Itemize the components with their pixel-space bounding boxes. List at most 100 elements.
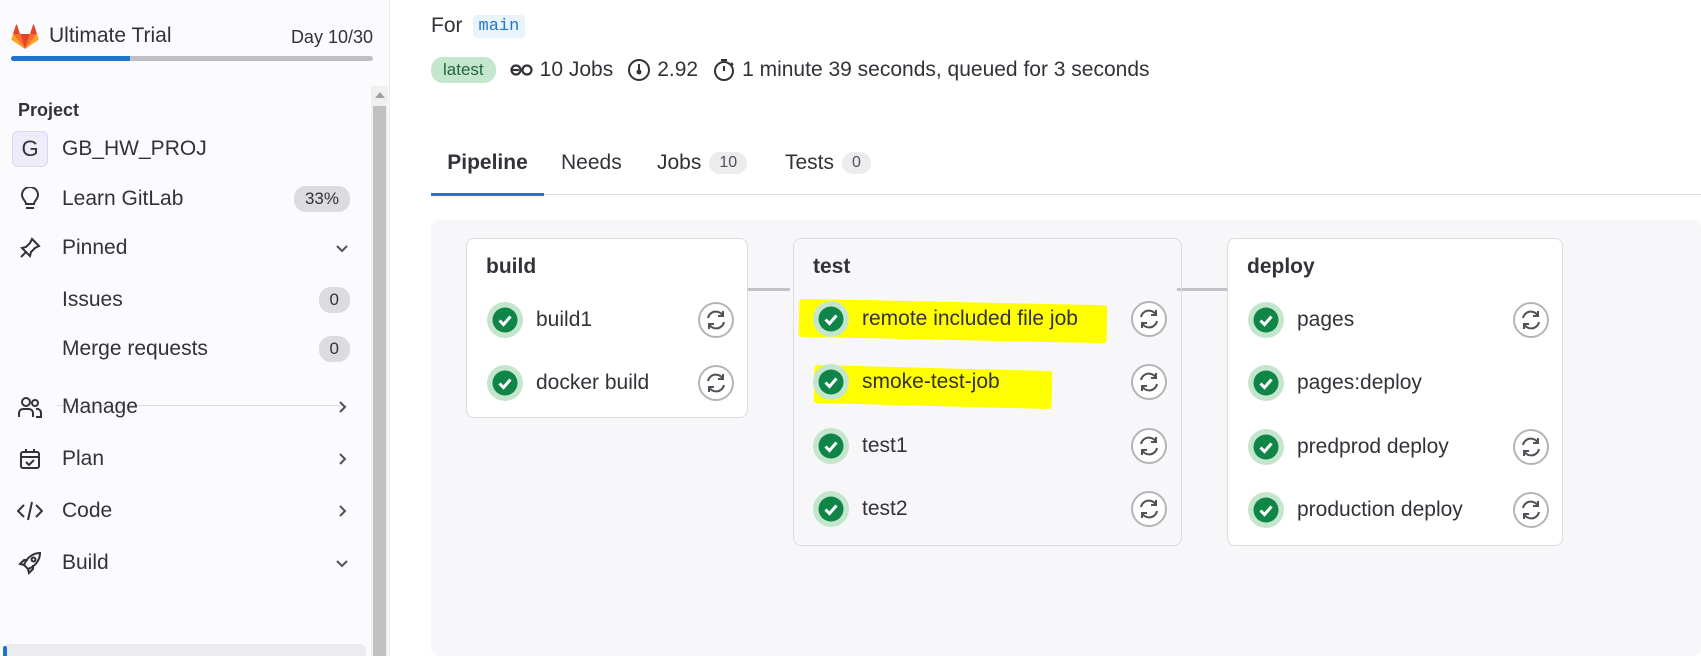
scroll-up-arrow-icon[interactable]	[375, 92, 385, 98]
job-pages-deploy[interactable]: pages:deploy	[1247, 363, 1422, 403]
pipeline-meta: latest 10 Jobs 2.92 1 minute 39 seconds,…	[431, 57, 1164, 83]
for-label: For	[431, 14, 463, 37]
learn-progress-badge: 33%	[293, 186, 350, 212]
main-content: For main latest 10 Jobs 2.92 1 minute 39…	[391, 0, 1701, 656]
pipeline-tabs: Pipeline Needs Jobs 10 Tests 0	[431, 130, 1701, 196]
retry-icon[interactable]	[697, 301, 735, 339]
pipeline-duration-text: 1 minute 39 seconds, queued for 3 second…	[742, 58, 1150, 81]
rocket-icon-wrap	[11, 544, 49, 582]
sidebar-item-label: Learn GitLab	[62, 187, 184, 210]
section-title-project: Project	[18, 100, 80, 120]
pipeline-graph: build build1 docker build test remote in…	[431, 220, 1701, 656]
sidebar: Ultimate Trial Day 10/30 Project G GB_HW…	[0, 0, 390, 656]
tab-jobs[interactable]: Jobs 10	[657, 130, 748, 195]
retry-icon[interactable]	[1512, 491, 1550, 529]
sidebar-item-pinned[interactable]: Pinned	[11, 225, 361, 271]
retry-icon[interactable]	[1130, 300, 1168, 338]
sidebar-active-item[interactable]	[3, 644, 366, 656]
sidebar-item-issues[interactable]: Issues 0	[11, 277, 361, 323]
tab-needs[interactable]: Needs	[561, 130, 622, 195]
calendar-icon	[20, 449, 40, 469]
lightbulb-icon	[20, 187, 40, 209]
scrollbar-thumb[interactable]	[373, 106, 386, 656]
stage-title: build	[486, 255, 537, 278]
tab-tests[interactable]: Tests 0	[785, 130, 871, 195]
pipeline-icon	[510, 64, 533, 76]
pipeline-duration: 1 minute 39 seconds, queued for 3 second…	[712, 58, 1150, 82]
chevron-right-icon	[339, 453, 347, 465]
thumbtack-icon	[20, 237, 41, 258]
status-success-icon	[1248, 492, 1284, 528]
sidebar-item-code[interactable]: Code	[11, 488, 361, 534]
sidebar-item-label: Build	[62, 551, 109, 574]
sidebar-item-plan[interactable]: Plan	[11, 436, 361, 482]
code-icon-wrap	[11, 492, 49, 530]
stage-build: build build1 docker build	[466, 238, 748, 418]
sidebar-item-build[interactable]: Build	[11, 540, 361, 586]
active-indicator	[3, 646, 7, 656]
job-name: pages:deploy	[1297, 371, 1422, 394]
job-predprod-deploy[interactable]: predprod deploy	[1247, 427, 1449, 467]
retry-icon[interactable]	[697, 364, 735, 402]
users-icon	[18, 397, 42, 418]
retry-icon[interactable]	[1512, 301, 1550, 339]
branch-link[interactable]: main	[472, 14, 526, 38]
status-success-icon	[1248, 302, 1284, 338]
sidebar-item-learn-gitlab[interactable]: Learn GitLab 33%	[11, 176, 361, 222]
tab-label: Tests	[785, 150, 835, 174]
status-success-icon	[1248, 429, 1284, 465]
sidebar-item-manage[interactable]: Manage	[11, 384, 361, 430]
stage-title: test	[813, 255, 851, 278]
latest-badge: latest	[431, 57, 496, 83]
chevron-right-icon	[339, 401, 347, 413]
chevron-down-icon[interactable]	[334, 555, 350, 571]
job-build1[interactable]: build1	[486, 300, 592, 340]
tab-count-badge: 0	[842, 151, 871, 174]
tab-pipeline[interactable]: Pipeline	[431, 130, 544, 196]
tab-label: Needs	[561, 150, 622, 174]
tab-count-badge: 10	[709, 151, 748, 174]
avatar: G	[12, 131, 48, 167]
sidebar-item-label: GB_HW_PROJ	[62, 137, 207, 160]
sidebar-scrollbar[interactable]	[371, 86, 388, 656]
retry-icon[interactable]	[1130, 490, 1168, 528]
gauge-icon	[628, 59, 651, 81]
job-pages[interactable]: pages	[1247, 300, 1354, 340]
stage-connector	[1177, 288, 1228, 291]
trial-day-counter: Day 10/30	[290, 27, 373, 47]
users-icon-wrap	[11, 388, 49, 426]
sidebar-item-label: Pinned	[62, 236, 128, 259]
calendar-icon-wrap	[11, 440, 49, 478]
timer-icon	[714, 59, 735, 81]
job-name: predprod deploy	[1297, 435, 1449, 458]
status-success-icon	[487, 365, 523, 401]
chevron-down-icon[interactable]	[334, 240, 350, 256]
sidebar-item-label: Manage	[62, 395, 138, 418]
stage-title: deploy	[1247, 255, 1315, 278]
job-docker-build[interactable]: docker build	[486, 363, 649, 403]
trial-progress-bar	[11, 56, 373, 61]
sidebar-item-label: Merge requests	[62, 337, 208, 360]
chevron-right-icon	[339, 505, 347, 517]
jobs-count-text: 10 Jobs	[539, 58, 614, 81]
rocket-icon	[18, 551, 42, 575]
sidebar-item-label: Issues	[62, 288, 123, 311]
retry-icon[interactable]	[1130, 363, 1168, 401]
job-production-deploy[interactable]: production deploy	[1247, 490, 1463, 530]
job-name: build1	[536, 308, 593, 331]
tab-label: Jobs	[657, 150, 702, 174]
stage-deploy: deploy pages pages:deploy predprod deplo…	[1227, 238, 1563, 546]
tab-active-underline	[431, 193, 544, 196]
job-name: docker build	[536, 371, 650, 394]
lightbulb-icon-wrap	[11, 180, 49, 218]
job-name: production deploy	[1297, 498, 1463, 521]
sidebar-item-project[interactable]: G GB_HW_PROJ	[11, 126, 361, 172]
status-success-icon	[1248, 365, 1284, 401]
sidebar-item-merge-requests[interactable]: Merge requests 0	[11, 326, 361, 372]
retry-icon[interactable]	[1130, 427, 1168, 465]
trial-progress-fill	[11, 56, 131, 61]
compute-usage-text: 2.92	[657, 58, 699, 81]
sidebar-item-label: Code	[62, 499, 113, 522]
retry-icon[interactable]	[1512, 428, 1550, 466]
status-success-icon	[487, 302, 523, 338]
